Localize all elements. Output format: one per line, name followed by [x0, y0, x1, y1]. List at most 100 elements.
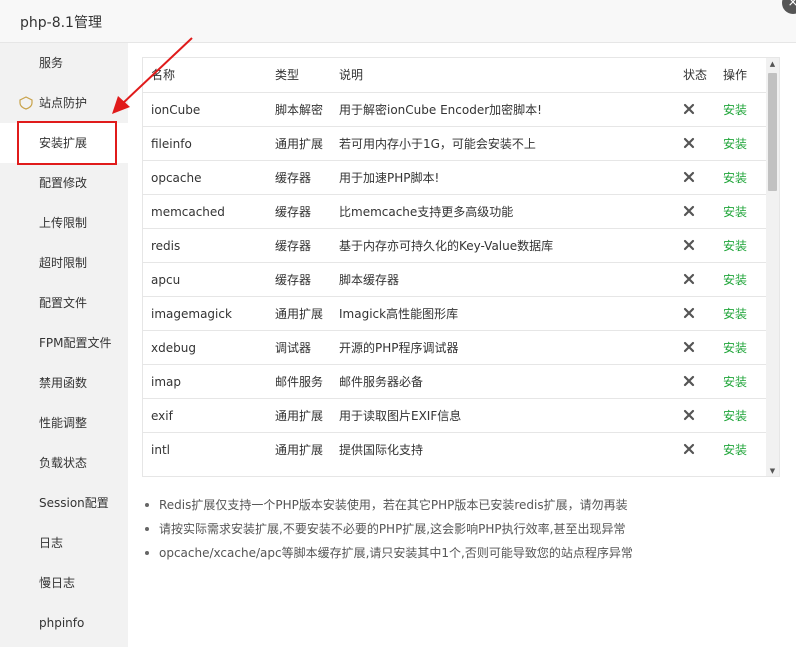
- status-x-icon: [683, 341, 695, 353]
- sidebar-item[interactable]: 日志: [0, 523, 128, 563]
- install-link[interactable]: 安装: [723, 433, 747, 467]
- bullet-dot-icon: [145, 503, 149, 507]
- sidebar-item-label: FPM配置文件: [39, 336, 112, 350]
- sidebar-item[interactable]: 性能调整: [0, 403, 128, 443]
- note-text: Redis扩展仅支持一个PHP版本安装使用，若在其它PHP版本已安装redis扩…: [159, 498, 628, 512]
- sidebar-item-label: 慢日志: [39, 576, 76, 590]
- cell-desc: 用于读取图片EXIF信息: [339, 409, 462, 423]
- status-x-icon: [683, 205, 695, 217]
- sidebar-item[interactable]: 禁用函数: [0, 363, 128, 403]
- scrollbar-thumb[interactable]: [768, 73, 777, 191]
- cell-name: apcu: [151, 273, 181, 287]
- cell-type: 脚本解密: [275, 103, 324, 117]
- cell-type: 缓存器: [275, 273, 312, 287]
- sidebar-item[interactable]: 配置文件: [0, 283, 128, 323]
- notes-list: Redis扩展仅支持一个PHP版本安装使用，若在其它PHP版本已安装redis扩…: [145, 495, 633, 567]
- cell-type: 通用扩展: [275, 307, 324, 321]
- sidebar-item-label: 禁用函数: [39, 376, 88, 390]
- note-item: opcache/xcache/apc等脚本缓存扩展,请只安装其中1个,否则可能导…: [145, 543, 633, 567]
- cell-name: imagemagick: [151, 307, 232, 321]
- sidebar-item[interactable]: 配置修改: [0, 163, 128, 203]
- sidebar-item[interactable]: phpinfo: [0, 603, 128, 643]
- header-status: 状态: [683, 68, 708, 82]
- install-link[interactable]: 安装: [723, 263, 747, 297]
- cell-name: imap: [151, 375, 181, 389]
- cell-desc: Imagick高性能图形库: [339, 307, 459, 321]
- install-link[interactable]: 安装: [723, 161, 747, 195]
- status-x-icon: [683, 273, 695, 285]
- annotation-highlight-box: [17, 121, 117, 165]
- cell-name: intl: [151, 443, 170, 457]
- status-x-icon: [683, 307, 695, 319]
- table-row: intl 通用扩展 提供国际化支持 安装: [143, 432, 768, 466]
- install-link[interactable]: 安装: [723, 127, 747, 161]
- vertical-scrollbar[interactable]: ▲ ▼: [766, 58, 779, 476]
- cell-type: 邮件服务: [275, 375, 324, 389]
- sidebar-item-label: Session配置: [39, 496, 109, 510]
- cell-desc: 用于解密ionCube Encoder加密脚本!: [339, 103, 542, 117]
- sidebar-item-label: 配置文件: [39, 296, 88, 310]
- shield-icon: [19, 96, 33, 110]
- status-x-icon: [683, 375, 695, 387]
- sidebar-item-label: 超时限制: [39, 256, 88, 270]
- sidebar-item-label: 性能调整: [39, 416, 88, 430]
- status-x-icon: [683, 103, 695, 115]
- install-link[interactable]: 安装: [723, 195, 747, 229]
- sidebar-item[interactable]: FPM配置文件: [0, 323, 128, 363]
- cell-type: 通用扩展: [275, 409, 324, 423]
- install-link[interactable]: 安装: [723, 297, 747, 331]
- sidebar-item[interactable]: 慢日志: [0, 563, 128, 603]
- sidebar-item-label: 服务: [39, 56, 64, 70]
- cell-desc: 基于内存亦可持久化的Key-Value数据库: [339, 239, 554, 253]
- note-item: Redis扩展仅支持一个PHP版本安装使用，若在其它PHP版本已安装redis扩…: [145, 495, 633, 519]
- sidebar-item-label: 上传限制: [39, 216, 88, 230]
- cell-desc: 用于加速PHP脚本!: [339, 171, 440, 185]
- sidebar-item-label: 负载状态: [39, 456, 88, 470]
- cell-type: 通用扩展: [275, 137, 324, 151]
- sidebar-item-label: 日志: [39, 536, 64, 550]
- bullet-dot-icon: [145, 527, 149, 531]
- table-row: apcu 缓存器 脚本缓存器 安装: [143, 262, 768, 296]
- table-row: opcache 缓存器 用于加速PHP脚本! 安装: [143, 160, 768, 194]
- note-text: 请按实际需求安装扩展,不要安装不必要的PHP扩展,这会影响PHP执行效率,甚至出…: [159, 522, 626, 536]
- cell-desc: 邮件服务器必备: [339, 375, 424, 389]
- note-text: opcache/xcache/apc等脚本缓存扩展,请只安装其中1个,否则可能导…: [159, 546, 633, 560]
- window-title: php-8.1管理: [20, 15, 102, 31]
- cell-type: 缓存器: [275, 171, 312, 185]
- cell-name: fileinfo: [151, 137, 192, 151]
- scroll-down-arrow-icon[interactable]: ▼: [766, 465, 779, 476]
- cell-desc: 比memcache支持更多高级功能: [339, 205, 514, 219]
- cell-name: opcache: [151, 171, 202, 185]
- sidebar-item[interactable]: 上传限制: [0, 203, 128, 243]
- cell-type: 通用扩展: [275, 443, 324, 457]
- cell-type: 缓存器: [275, 205, 312, 219]
- table-row: imagemagick 通用扩展 Imagick高性能图形库 安装: [143, 296, 768, 330]
- sidebar-item-label: 站点防护: [39, 96, 88, 110]
- header-action: 操作: [723, 68, 748, 82]
- table-row: exif 通用扩展 用于读取图片EXIF信息 安装: [143, 398, 768, 432]
- cell-type: 缓存器: [275, 239, 312, 253]
- status-x-icon: [683, 239, 695, 251]
- cell-type: 调试器: [275, 341, 312, 355]
- cell-desc: 开源的PHP程序调试器: [339, 341, 459, 355]
- scroll-up-arrow-icon[interactable]: ▲: [766, 58, 779, 71]
- bullet-dot-icon: [145, 551, 149, 555]
- install-link[interactable]: 安装: [723, 229, 747, 263]
- sidebar-item[interactable]: Session配置: [0, 483, 128, 523]
- extensions-table: 名称 类型 说明 状态 操作 ionCube 脚本解密 用于解密ionCube En…: [142, 57, 780, 477]
- install-link[interactable]: 安装: [723, 399, 747, 433]
- status-x-icon: [683, 443, 695, 455]
- install-link[interactable]: 安装: [723, 331, 747, 365]
- cell-desc: 若可用内存小于1G，可能会安装不上: [339, 137, 536, 151]
- cell-desc: 脚本缓存器: [339, 273, 400, 287]
- sidebar-item[interactable]: 负载状态: [0, 443, 128, 483]
- annotation-arrow-icon: [112, 37, 193, 114]
- install-link[interactable]: 安装: [723, 365, 747, 399]
- cell-desc: 提供国际化支持: [339, 443, 424, 457]
- note-item: 请按实际需求安装扩展,不要安装不必要的PHP扩展,这会影响PHP执行效率,甚至出…: [145, 519, 633, 543]
- sidebar-item[interactable]: 超时限制: [0, 243, 128, 283]
- cell-name: exif: [151, 409, 173, 423]
- header-desc: 说明: [339, 68, 364, 82]
- install-link[interactable]: 安装: [723, 93, 747, 127]
- table-header: 名称 类型 说明 状态 操作: [143, 58, 768, 92]
